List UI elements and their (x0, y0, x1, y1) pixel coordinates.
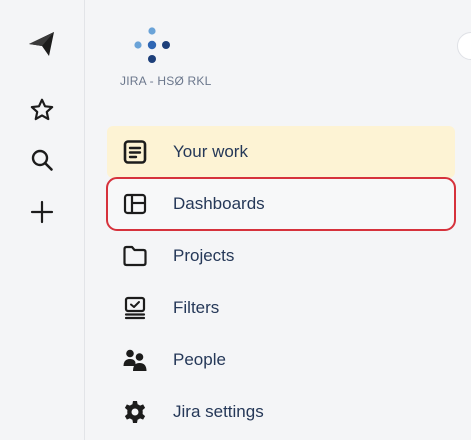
sidebar-item-label: Projects (173, 246, 235, 265)
sidebar-item-label: Dashboards (173, 194, 265, 213)
home-logo-button[interactable] (20, 26, 64, 66)
sidebar-item-filters[interactable]: Filters (107, 282, 455, 334)
global-nav-rail (0, 0, 85, 440)
plus-icon (30, 200, 54, 229)
sidebar-item-people[interactable]: People (107, 334, 455, 386)
project-logo[interactable] (130, 25, 174, 69)
filter-monitor-icon (119, 292, 151, 324)
sidebar-item-dashboards[interactable]: Dashboards (106, 177, 456, 231)
people-icon (119, 344, 151, 376)
starred-button[interactable] (20, 92, 64, 132)
project-name: JIRA - HSØ RKL (120, 74, 212, 88)
project-sidebar: JIRA - HSØ RKL Your work Dashboards Proj… (85, 0, 471, 440)
sidebar-item-projects[interactable]: Projects (107, 230, 455, 282)
sidebar-item-label: Filters (173, 298, 220, 317)
sidebar-item-jira-settings[interactable]: Jira settings (107, 386, 455, 438)
search-button[interactable] (20, 142, 64, 182)
app-frame: JIRA - HSØ RKL Your work Dashboards Proj… (0, 0, 471, 440)
gear-icon (119, 396, 151, 428)
dashboard-layout-icon (119, 188, 151, 220)
document-list-icon (119, 136, 151, 168)
folder-icon (119, 240, 151, 272)
search-icon (30, 148, 54, 177)
create-button[interactable] (20, 194, 64, 234)
paper-plane-logo-icon (27, 29, 57, 64)
sidebar-item-your-work[interactable]: Your work (107, 126, 455, 178)
sidebar-collapse-button[interactable] (457, 32, 471, 60)
sidebar-item-label: Your work (173, 142, 248, 161)
star-icon (29, 97, 55, 128)
sidebar-item-label: People (173, 350, 226, 369)
sidebar-item-label: Jira settings (173, 402, 264, 421)
sidebar-nav: Your work Dashboards Projects Filters Pe… (106, 126, 456, 438)
